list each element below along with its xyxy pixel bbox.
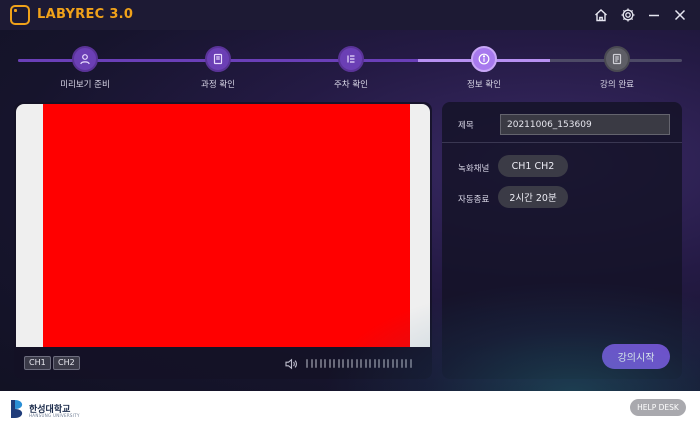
meter-bar: [396, 359, 398, 368]
meter-bar: [409, 359, 412, 368]
ch2-toggle[interactable]: CH2: [53, 356, 80, 370]
progress-steps: 미리보기 준비 과정 확인 주차 확인 정보 확인 강의 완료: [0, 30, 700, 96]
home-icon[interactable]: [592, 6, 610, 24]
meter-bar: [306, 359, 308, 368]
channel-label: 녹화채널: [458, 164, 490, 174]
title-bar: LABYREC 3.0: [0, 0, 700, 30]
channel-value[interactable]: CH1 CH2: [498, 155, 568, 177]
step-lecture-complete: 강의 완료: [572, 46, 662, 90]
close-icon[interactable]: [671, 6, 689, 24]
app-title: LABYREC 3.0: [37, 7, 134, 22]
meter-bar: [355, 359, 358, 368]
meter-bar: [364, 359, 367, 368]
preview-panel: CH1 CH2: [14, 102, 432, 379]
volume-meter: [306, 359, 418, 368]
step-week-check: 주차 확인: [306, 46, 396, 90]
video-feed: [43, 104, 410, 347]
step-label: 주차 확인: [334, 80, 368, 90]
meter-bar: [351, 359, 353, 368]
step-info-check: 정보 확인: [439, 46, 529, 90]
meter-bar: [315, 359, 317, 368]
title-label: 제목: [458, 121, 474, 131]
meter-bar: [405, 359, 407, 368]
meter-bar: [337, 359, 340, 368]
footer: 한성대학교 HANSUNG UNIVERSITY HELP DESK: [0, 391, 700, 431]
speaker-icon[interactable]: [284, 356, 298, 370]
step-course-check: 과정 확인: [173, 46, 263, 90]
university-subtitle: HANSUNG UNIVERSITY: [29, 413, 80, 418]
book-icon: [205, 46, 231, 72]
minimize-icon[interactable]: [645, 6, 663, 24]
step-label: 정보 확인: [467, 80, 501, 90]
meter-bar: [360, 359, 362, 368]
meter-bar: [373, 359, 376, 368]
meter-bar: [382, 359, 385, 368]
meter-bar: [391, 359, 394, 368]
meter-bar: [319, 359, 322, 368]
university-logo-icon: [10, 399, 26, 419]
meter-bar: [369, 359, 371, 368]
auto-end-value[interactable]: 2시간 20분: [498, 186, 568, 208]
meter-bar: [324, 359, 326, 368]
meter-bar: [378, 359, 380, 368]
app-window: LABYREC 3.0 미리보기 준비 과정 확인 주차 확인 정보 확인 강의…: [0, 0, 700, 391]
gear-icon[interactable]: [619, 6, 637, 24]
meter-bar: [400, 359, 403, 368]
meter-bar: [333, 359, 335, 368]
user-icon: [72, 46, 98, 72]
meter-bar: [387, 359, 389, 368]
meter-bar: [310, 359, 313, 368]
video-preview: [16, 104, 430, 347]
app-logo-icon: [10, 5, 30, 25]
title-input[interactable]: [500, 114, 670, 135]
step-label: 과정 확인: [201, 80, 235, 90]
meter-bar: [346, 359, 349, 368]
list-icon: [338, 46, 364, 72]
step-preview-ready: 미리보기 준비: [40, 46, 130, 90]
info-icon: [471, 46, 497, 72]
start-lecture-button[interactable]: 강의시작: [602, 344, 670, 369]
divider: [442, 142, 682, 143]
info-panel: 제목 녹화채널 CH1 CH2 자동종료 2시간 20분 강의시작: [442, 102, 682, 379]
step-label: 강의 완료: [600, 80, 634, 90]
help-desk-button[interactable]: HELP DESK: [630, 399, 686, 416]
auto-end-label: 자동종료: [458, 195, 490, 205]
document-icon: [604, 46, 630, 72]
step-label: 미리보기 준비: [60, 80, 110, 90]
ch1-toggle[interactable]: CH1: [24, 356, 51, 370]
meter-bar: [342, 359, 344, 368]
meter-bar: [328, 359, 331, 368]
